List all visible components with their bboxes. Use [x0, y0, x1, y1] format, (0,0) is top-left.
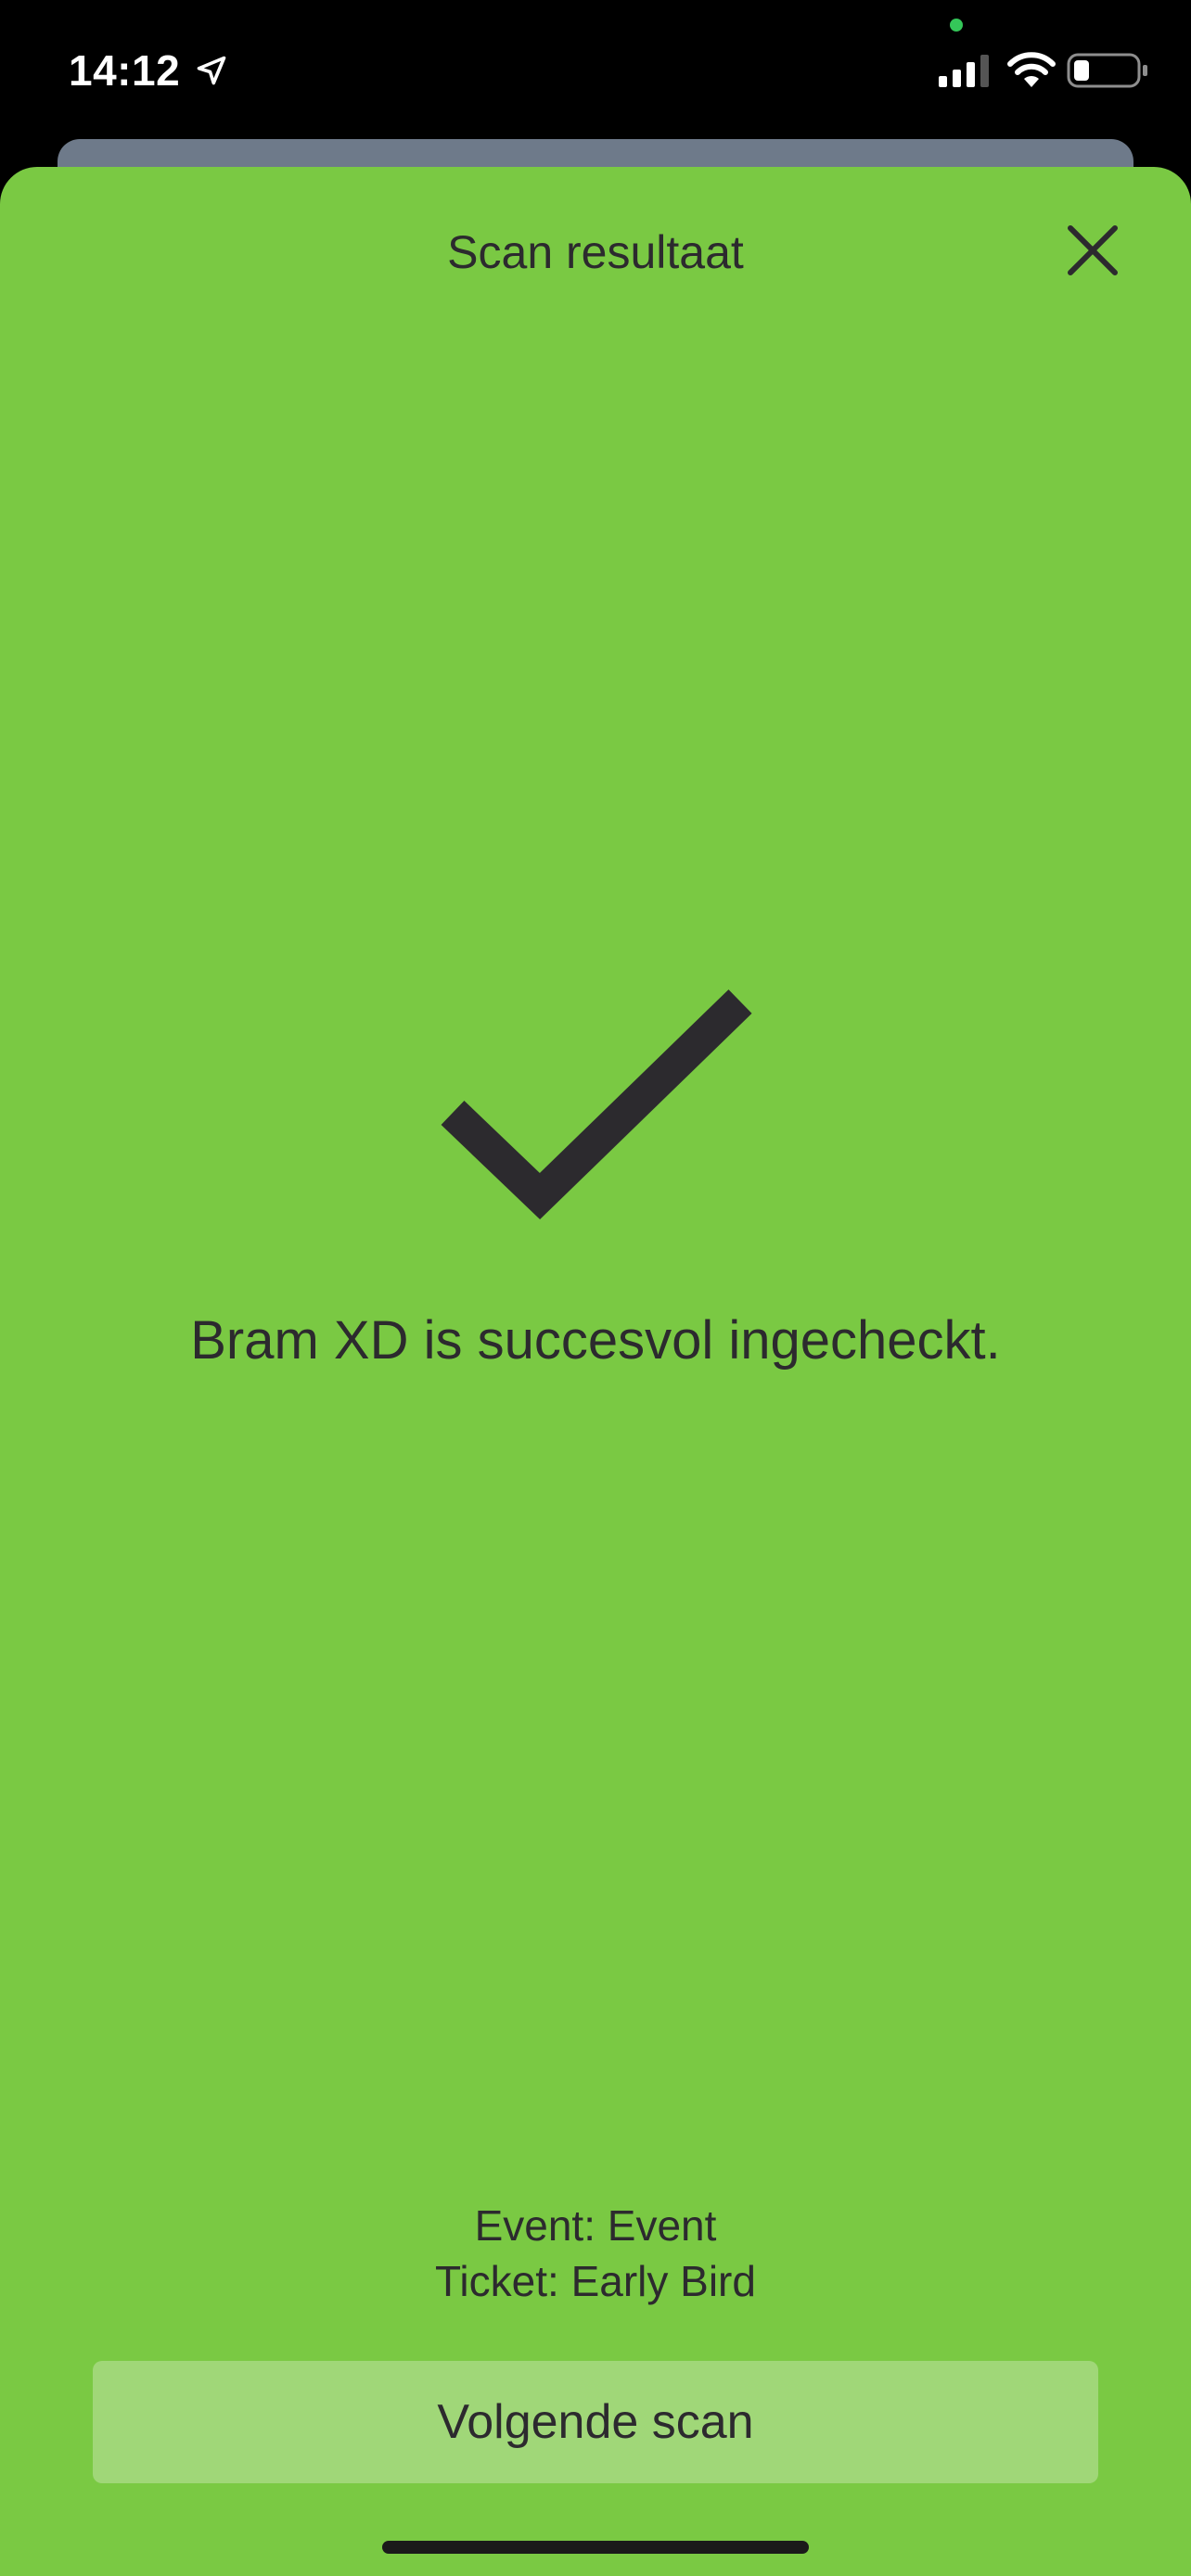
- scan-result-sheet: Scan resultaat Bram XD is succesvol inge…: [0, 167, 1191, 2576]
- camera-indicator-dot: [950, 19, 963, 32]
- event-detail: Event: Event: [474, 2201, 717, 2250]
- checkmark-icon: [441, 989, 752, 1220]
- location-arrow-icon: [197, 56, 226, 85]
- status-bar: 14:12: [0, 0, 1191, 139]
- sheet-title: Scan resultaat: [447, 226, 744, 278]
- result-message: Bram XD is succesvol ingecheckt.: [190, 1310, 1001, 1371]
- battery-low-icon: [1067, 53, 1147, 88]
- cellular-signal-icon: [939, 55, 989, 87]
- home-indicator: [382, 2541, 809, 2554]
- wifi-icon: [1007, 52, 1056, 87]
- ticket-details: Event: Event Ticket: Early Bird: [0, 2198, 1191, 2309]
- ticket-detail: Ticket: Early Bird: [435, 2257, 756, 2305]
- status-time: 14:12: [69, 46, 181, 95]
- next-scan-button[interactable]: Volgende scan: [93, 2361, 1098, 2483]
- close-icon[interactable]: [1057, 215, 1128, 286]
